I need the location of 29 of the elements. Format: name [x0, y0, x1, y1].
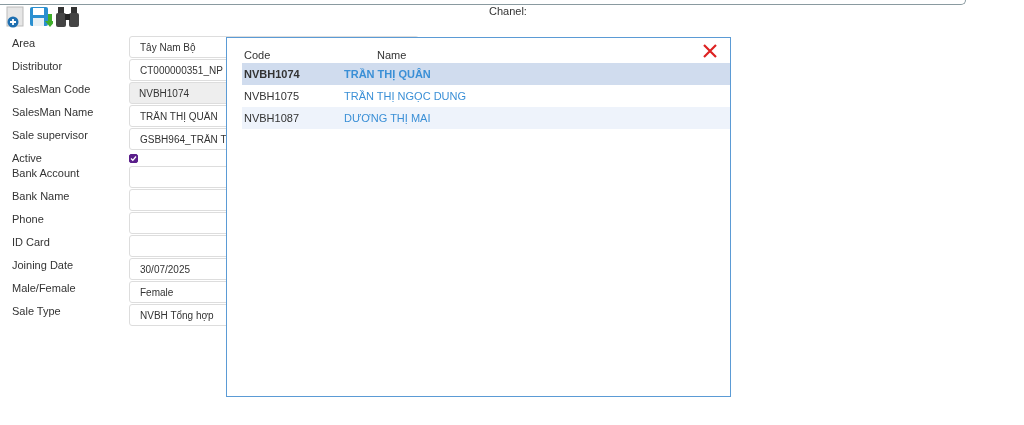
field-label: ID Card	[12, 235, 51, 250]
active-checkbox[interactable]	[129, 154, 138, 163]
column-header: Name	[377, 48, 407, 61]
field-label: Bank Name	[12, 189, 71, 204]
code-cell-text: NVBH1087	[244, 112, 301, 124]
field-label: Male/Female	[12, 281, 77, 296]
name-cell: TRẦN THỊ NGỌC DUNG	[344, 90, 467, 102]
field-label: SalesMan Code	[12, 82, 92, 97]
column-header: Code	[244, 48, 272, 61]
name-cell: TRẦN THỊ QUÂN	[344, 68, 431, 80]
field-label: SalesMan Name	[12, 105, 95, 120]
close-icon[interactable]	[702, 43, 718, 59]
binoculars-icon[interactable]	[55, 5, 81, 28]
name-cell: DƯƠNG THỊ MAI	[344, 112, 431, 124]
code-cell-text: NVBH1074	[244, 68, 301, 80]
code-cell-text: NVBH1075	[244, 90, 301, 102]
table-row[interactable]: NVBH1075 TRẦN THỊ NGỌC DUNG	[242, 85, 730, 107]
field-label: Phone	[12, 212, 45, 227]
field-label: Area	[12, 36, 37, 51]
field-label: Active	[12, 151, 43, 165]
field-label: Distributor	[12, 59, 64, 74]
field-label: Bank Account	[12, 166, 81, 181]
field-label: Joining Date	[12, 258, 75, 273]
field-label: Sale Type	[12, 304, 62, 319]
table-row[interactable]: NVBH1074 TRẦN THỊ QUÂN	[242, 63, 730, 85]
new-document-icon[interactable]	[5, 5, 27, 28]
field-label: Sale supervisor	[12, 128, 89, 143]
table-row[interactable]: NVBH1087 DƯƠNG THỊ MAI	[242, 107, 730, 129]
channel-label: Chanel:	[489, 4, 527, 17]
